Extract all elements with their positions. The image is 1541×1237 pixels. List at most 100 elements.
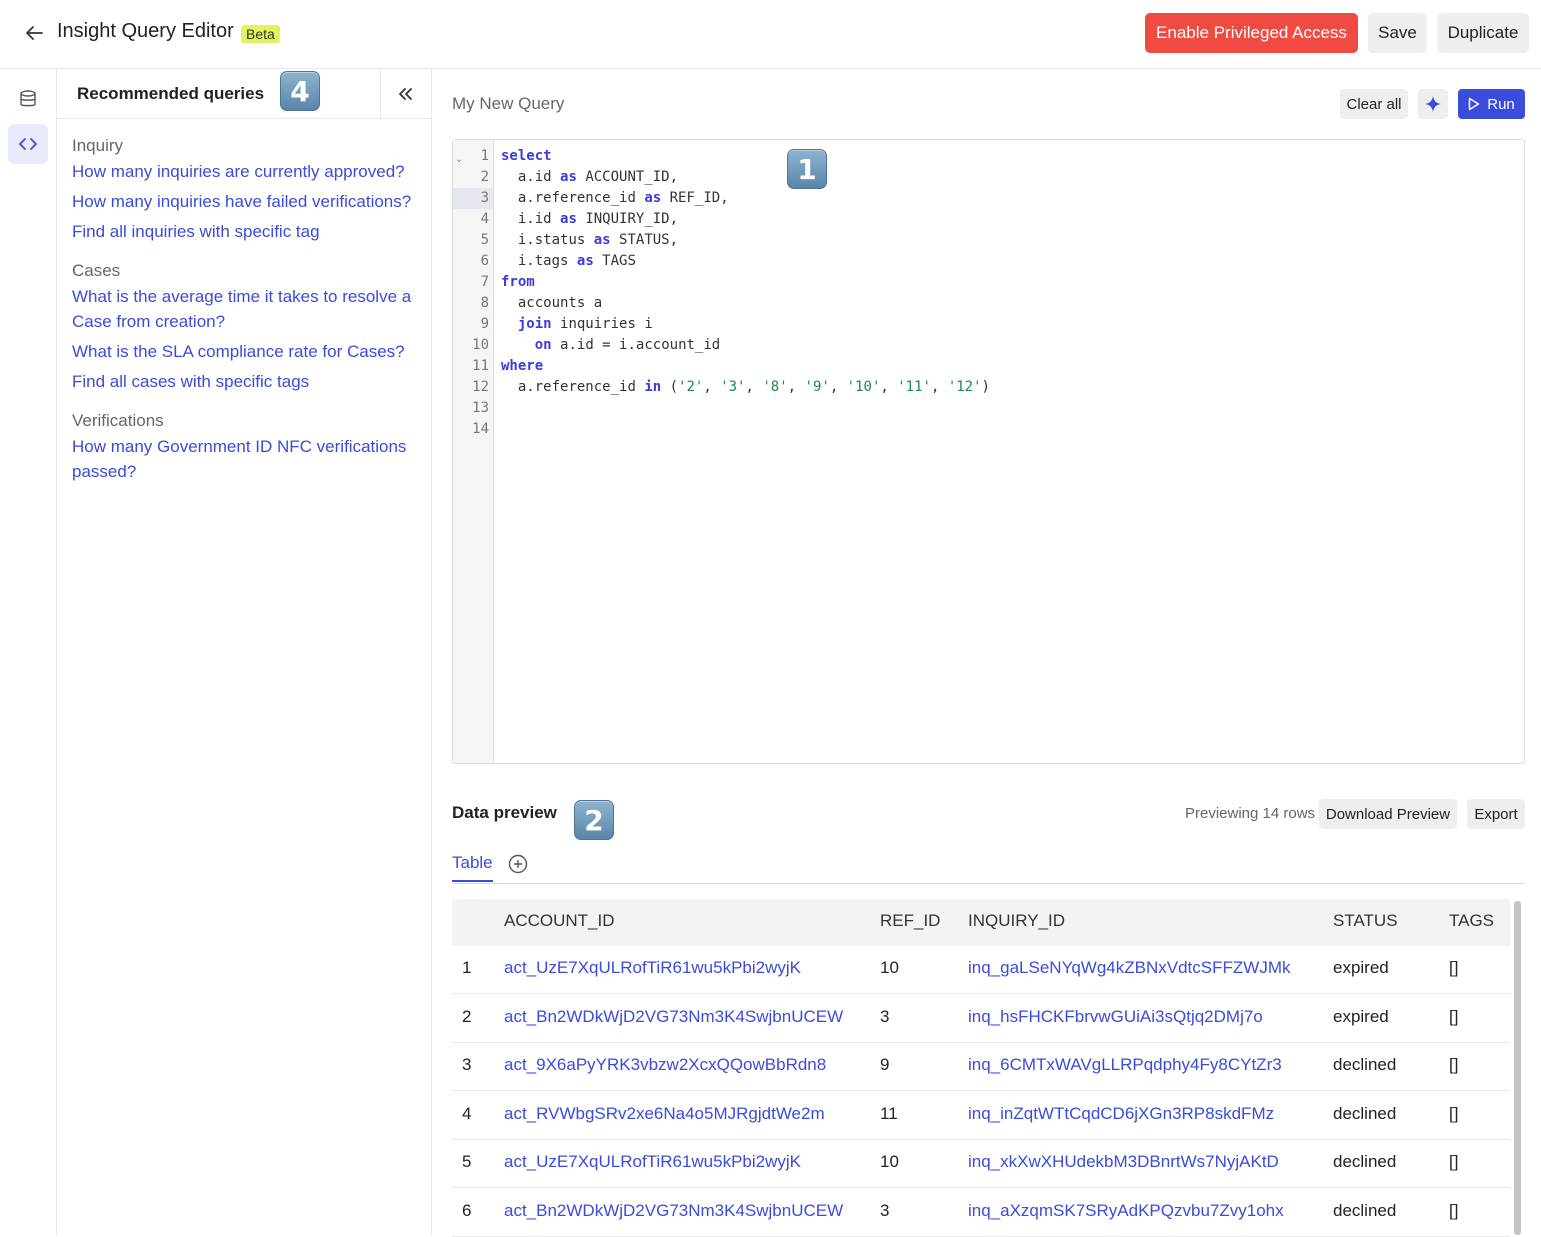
column-header[interactable]: INQUIRY_ID xyxy=(968,911,1065,931)
code-line[interactable]: a.id as ACCOUNT_ID, xyxy=(501,167,678,188)
query-name[interactable]: My New Query xyxy=(452,94,564,114)
tab-table[interactable]: Table xyxy=(452,853,493,882)
code-line[interactable]: i.id as INQUIRY_ID, xyxy=(501,209,678,230)
table-row[interactable]: 2 act_Bn2WDkWjD2VG73Nm3K4SwjbnUCEW 3 inq_hs… xyxy=(452,995,1510,1043)
query-link[interactable]: How many inquiries are currently approve… xyxy=(72,159,422,184)
play-icon xyxy=(1468,97,1480,111)
marker-badge-1: 1 xyxy=(787,149,827,189)
row-number: 5 xyxy=(462,1152,472,1171)
section-verifications: Verifications xyxy=(72,411,164,430)
database-icon[interactable] xyxy=(8,79,48,119)
recommended-queries-panel: Recommended queries 4 Inquiry How many i… xyxy=(57,69,432,1235)
code-line[interactable]: on a.id = i.account_id xyxy=(501,335,721,356)
account-id-link[interactable]: act_UzE7XqULRofTiR61wu5kPbi2wyjK xyxy=(504,1152,801,1172)
code-line[interactable]: select xyxy=(501,146,552,167)
collapse-chevrons-icon[interactable] xyxy=(394,82,418,106)
top-bar: Insight Query Editor Beta Enable Privile… xyxy=(0,0,1541,69)
account-id-link[interactable]: act_9X6aPyYRK3vbzw2XcxQQowBbRdn8 xyxy=(504,1055,826,1075)
column-header[interactable]: TAGS xyxy=(1449,911,1494,931)
ref-id: 10 xyxy=(880,1152,899,1171)
code-line[interactable]: i.tags as TAGS xyxy=(501,251,636,272)
run-button[interactable]: Run xyxy=(1458,89,1525,119)
account-id-link[interactable]: act_RVWbgSRv2xe6Na4o5MJRgjdtWe2m xyxy=(504,1104,825,1124)
ref-id: 3 xyxy=(880,1200,890,1220)
enable-privileged-access-button[interactable]: Enable Privileged Access xyxy=(1145,13,1358,53)
sql-editor[interactable]: ⌄ 1 2 3 4 5 6 7 8 9 10 11 12 13 14 selec… xyxy=(452,139,1525,764)
account-id-link[interactable]: act_Bn2WDkWjD2VG73Nm3K4SwjbnUCEW xyxy=(504,1007,843,1027)
inquiry-id-link[interactable]: inq_hsFHCKFbrvwGUiAi3sQtjq2DMj7o xyxy=(968,1007,1263,1027)
line-number: 8 xyxy=(480,295,489,311)
column-header[interactable]: ACCOUNT_ID xyxy=(504,911,615,931)
column-header[interactable]: STATUS xyxy=(1333,911,1398,931)
code-line[interactable]: a.reference_id as REF_ID, xyxy=(501,188,729,209)
line-number: 9 xyxy=(480,316,489,332)
ref-id: 9 xyxy=(880,1055,890,1074)
query-link[interactable]: How many inquiries have failed verificat… xyxy=(72,189,422,214)
query-link[interactable]: Find all inquiries with specific tag xyxy=(72,219,422,244)
column-header[interactable]: REF_ID xyxy=(880,911,940,931)
table-scrollbar[interactable] xyxy=(1514,901,1521,1235)
back-arrow-icon[interactable] xyxy=(22,20,46,46)
left-rail xyxy=(0,69,57,1235)
ref-id: 3 xyxy=(880,1006,890,1026)
tags: [] xyxy=(1449,1055,1459,1074)
tags: [] xyxy=(1449,1103,1459,1123)
ref-id: 10 xyxy=(880,958,899,977)
query-link[interactable]: How many Government ID NFC verifications… xyxy=(72,434,422,484)
account-id-link[interactable]: act_UzE7XqULRofTiR61wu5kPbi2wyjK xyxy=(504,958,801,978)
status: expired xyxy=(1333,1006,1389,1026)
save-button[interactable]: Save xyxy=(1368,13,1427,53)
code-line[interactable]: a.reference_id in ('2', '3', '8', '9', '… xyxy=(501,377,990,398)
line-number-gutter: ⌄ 1 2 3 4 5 6 7 8 9 10 11 12 13 14 xyxy=(453,140,494,763)
inquiry-id-link[interactable]: inq_aXzqmSK7SRyAdKPQzvbu7Zvy1ohx xyxy=(968,1201,1284,1221)
preview-row-count: Previewing 14 rows xyxy=(1185,805,1316,822)
sparkle-icon[interactable] xyxy=(1418,89,1448,119)
query-link[interactable]: What is the SLA compliance rate for Case… xyxy=(72,339,422,364)
status: declined xyxy=(1333,1103,1397,1123)
code-line[interactable]: from xyxy=(501,272,535,293)
ref-id: 11 xyxy=(880,1103,898,1123)
divider xyxy=(380,69,381,119)
tags: [] xyxy=(1449,1152,1459,1171)
marker-badge-2: 2 xyxy=(574,800,614,840)
add-tab-plus-icon[interactable] xyxy=(508,854,528,874)
data-preview-title: Data preview xyxy=(452,803,557,822)
code-line[interactable]: i.status as STATUS, xyxy=(501,230,678,251)
line-number: 11 xyxy=(472,358,489,374)
line-number: 3 xyxy=(453,188,493,209)
code-line[interactable]: where xyxy=(501,356,543,377)
panel-header: Recommended queries 4 xyxy=(57,69,432,119)
table-header: ACCOUNT_ID REF_ID INQUIRY_ID STATUS TAGS xyxy=(452,899,1510,946)
clear-all-button[interactable]: Clear all xyxy=(1340,89,1408,119)
inquiry-id-link[interactable]: inq_gaLSeNYqWg4kZBNxVdtcSFFZWJMk xyxy=(968,958,1290,978)
run-label: Run xyxy=(1487,95,1515,113)
panel-title: Recommended queries xyxy=(77,84,265,103)
line-number: 1 xyxy=(480,148,489,164)
line-number: 4 xyxy=(480,211,489,227)
table-row[interactable]: 5 act_UzE7XqULRofTiR61wu5kPbi2wyjK 10 inq_x… xyxy=(452,1140,1510,1188)
line-number: 2 xyxy=(480,169,489,185)
inquiry-id-link[interactable]: inq_6CMTxWAVgLLRPqdphy4Fy8CYtZr3 xyxy=(968,1055,1282,1075)
tags: [] xyxy=(1449,1200,1459,1220)
code-line[interactable]: join inquiries i xyxy=(501,314,653,335)
line-number: 5 xyxy=(480,232,489,248)
inquiry-id-link[interactable]: inq_xkXwXHUdekbM3DBnrtWs7NyjAKtD xyxy=(968,1152,1279,1172)
tags: [] xyxy=(1449,1006,1459,1026)
duplicate-button[interactable]: Duplicate xyxy=(1437,13,1529,53)
account-id-link[interactable]: act_Bn2WDkWjD2VG73Nm3K4SwjbnUCEW xyxy=(504,1201,843,1221)
code-line[interactable]: accounts a xyxy=(501,293,602,314)
table-row[interactable]: 6 act_Bn2WDkWjD2VG73Nm3K4SwjbnUCEW 3 inq_aX… xyxy=(452,1189,1510,1237)
inquiry-id-link[interactable]: inq_inZqtWTtCqdCD6jXGn3RP8skdFMz xyxy=(968,1104,1274,1124)
status: declined xyxy=(1333,1152,1397,1171)
export-button[interactable]: Export xyxy=(1467,799,1525,829)
code-icon[interactable] xyxy=(8,124,48,164)
table-row[interactable]: 4 act_RVWbgSRv2xe6Na4o5MJRgjdtWe2m 11 inq_i… xyxy=(452,1092,1510,1140)
download-preview-button[interactable]: Download Preview xyxy=(1319,799,1457,829)
query-link[interactable]: Find all cases with specific tags xyxy=(72,369,422,394)
row-number: 4 xyxy=(462,1103,472,1123)
query-link[interactable]: What is the average time it takes to res… xyxy=(72,284,422,334)
table-row[interactable]: 3 act_9X6aPyYRK3vbzw2XcxQQowBbRdn8 9 inq_6C… xyxy=(452,1043,1510,1091)
section-cases: Cases xyxy=(72,261,121,280)
table-row[interactable]: 1 act_UzE7XqULRofTiR61wu5kPbi2wyjK 10 inq_g… xyxy=(452,946,1510,994)
line-number: 14 xyxy=(472,421,489,437)
